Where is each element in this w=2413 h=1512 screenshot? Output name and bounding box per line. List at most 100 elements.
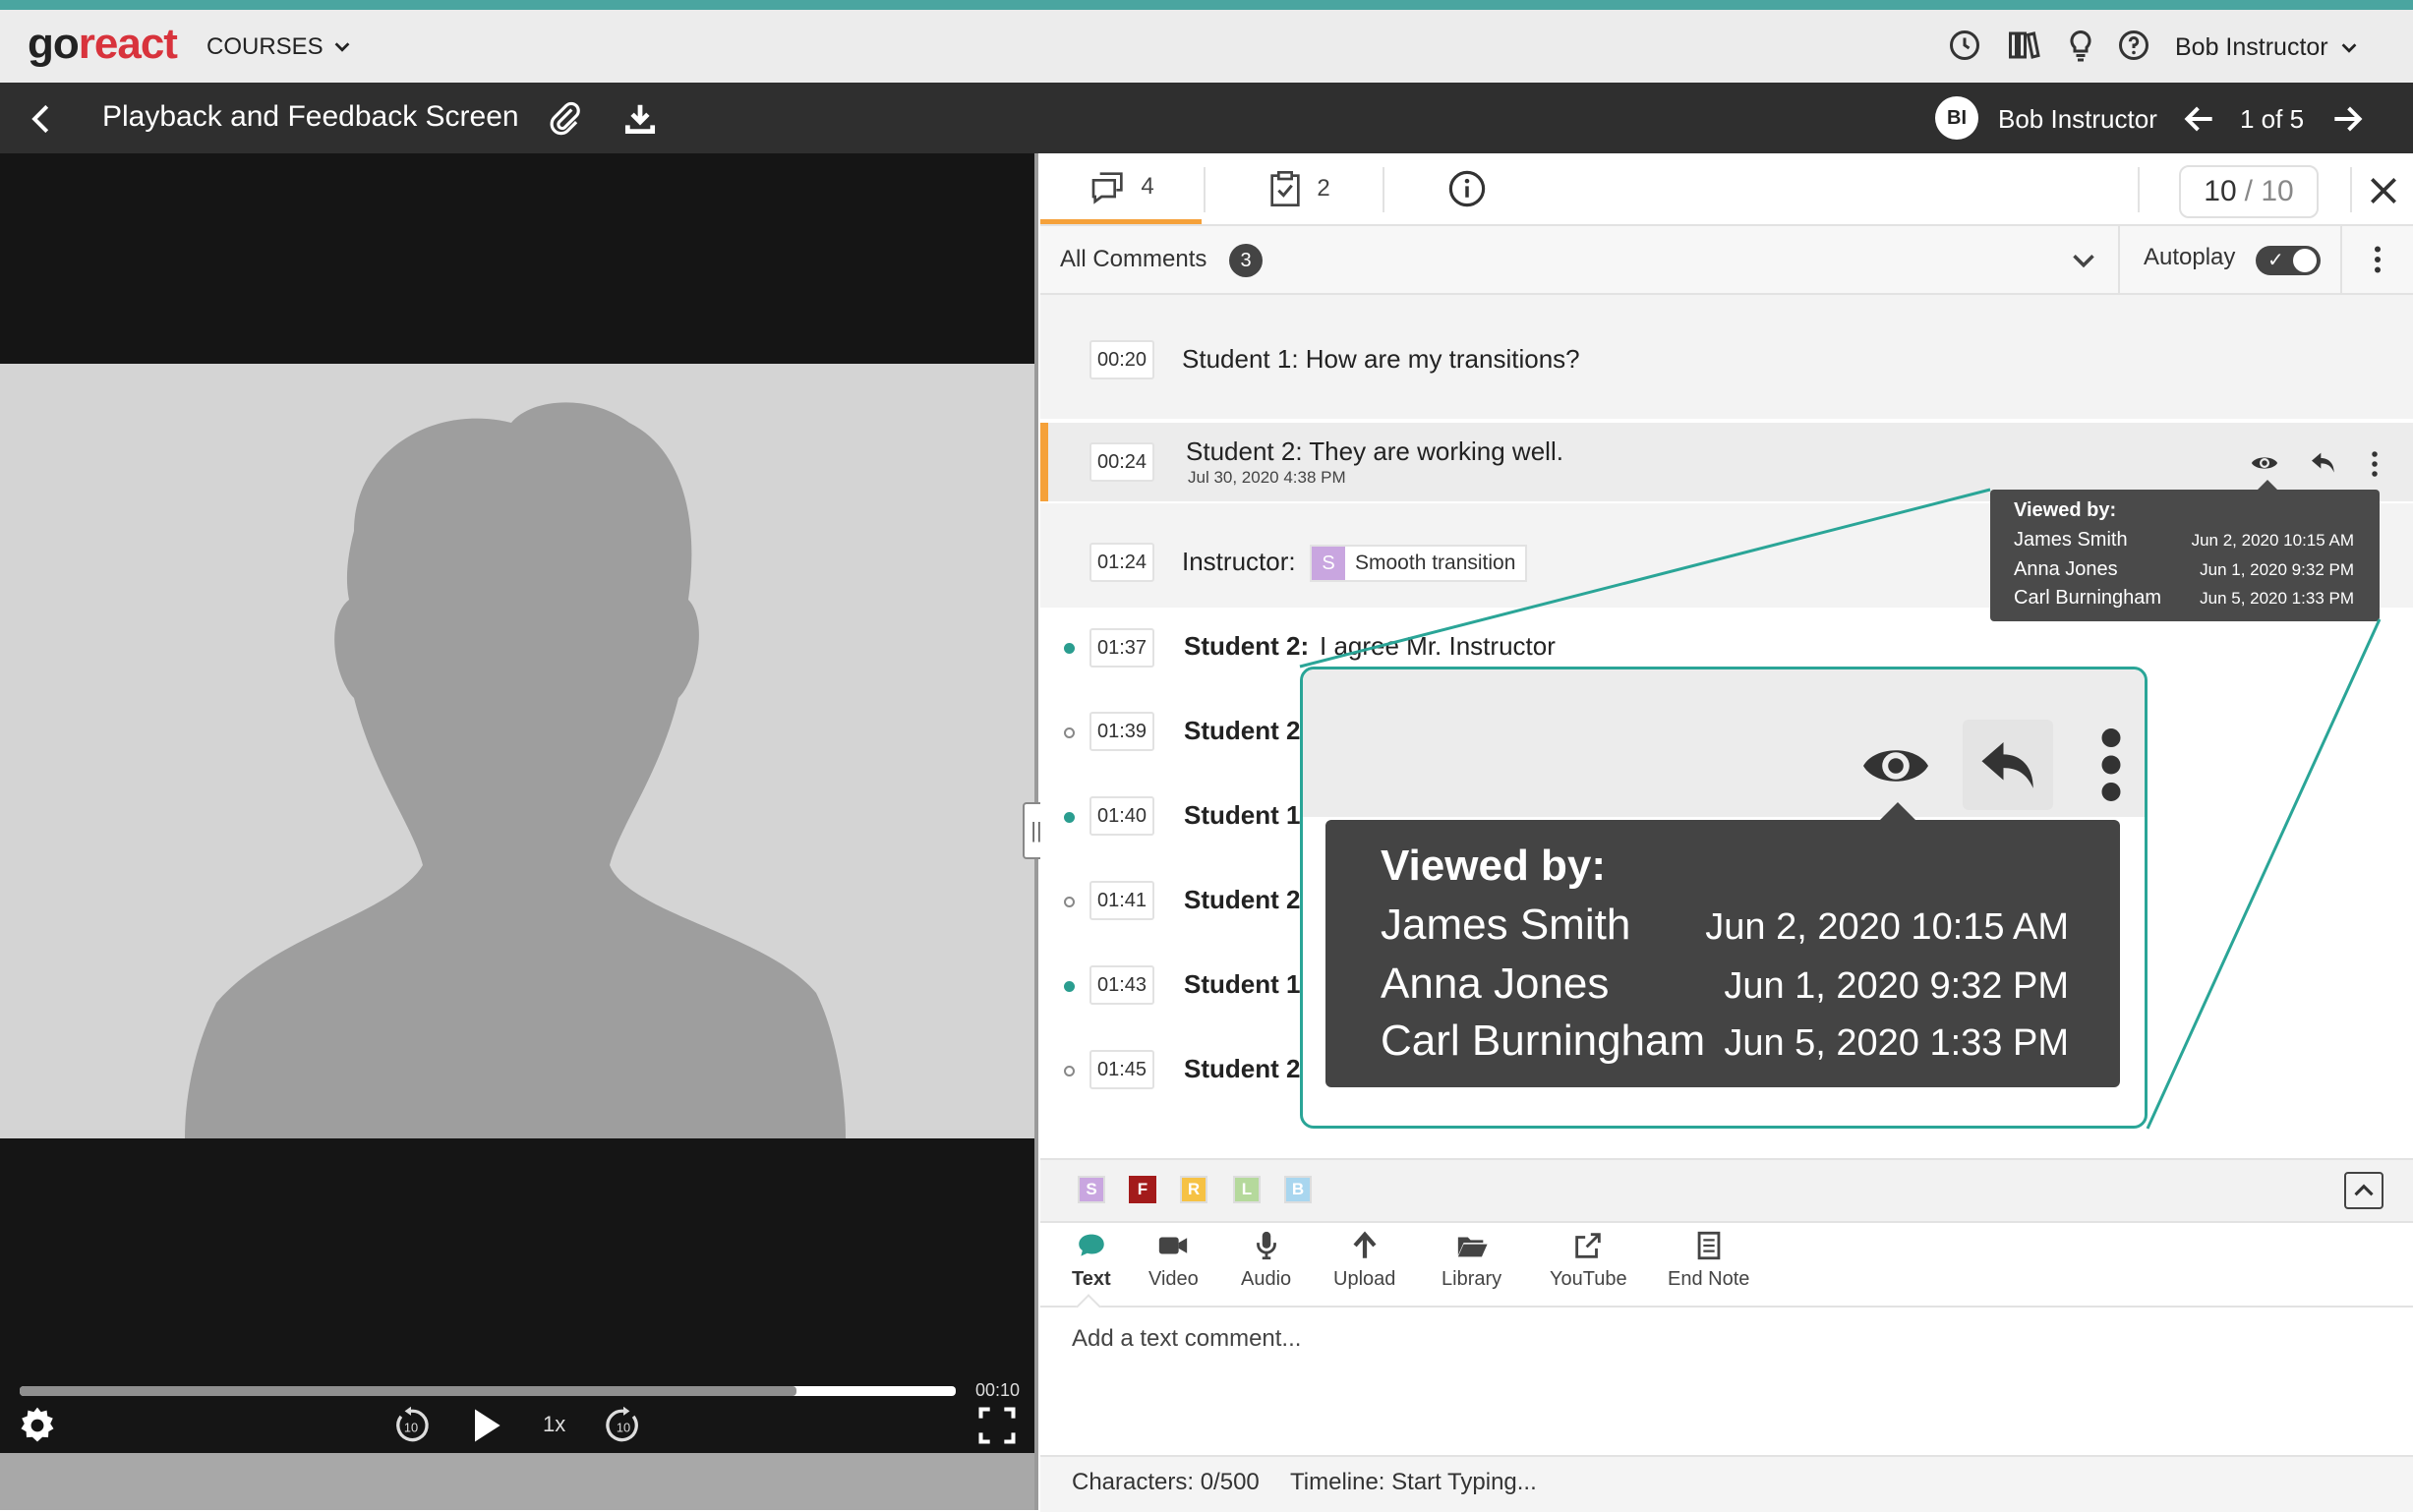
paperclip-icon[interactable] xyxy=(547,100,584,138)
comment-timestamp[interactable]: 01:43 xyxy=(1089,965,1154,1005)
more-options-icon[interactable] xyxy=(2360,240,2395,279)
comment-author: Student 1 xyxy=(1184,800,1301,830)
close-icon[interactable] xyxy=(2364,171,2403,210)
marker-button[interactable]: L xyxy=(1233,1176,1261,1203)
tool-label: End Note xyxy=(1668,1268,1750,1290)
library-icon[interactable] xyxy=(2006,28,2041,63)
tool-upload[interactable]: Upload xyxy=(1333,1229,1395,1291)
viewer-date: Jun 2, 2020 10:15 AM xyxy=(2191,531,2354,550)
marker-button[interactable]: S xyxy=(1078,1176,1105,1203)
viewer-date: Jun 1, 2020 9:32 PM xyxy=(2200,560,2354,579)
comment-timestamp[interactable]: 01:40 xyxy=(1089,796,1154,836)
comment-timestamp[interactable]: 00:20 xyxy=(1089,340,1154,379)
reply-icon[interactable] xyxy=(2307,446,2340,478)
arrow-left-icon[interactable] xyxy=(2181,100,2218,138)
user-menu[interactable]: Bob Instructor xyxy=(2175,33,2360,62)
comments-count: 4 xyxy=(1141,172,1154,200)
skip-forward-10-icon[interactable]: 10 xyxy=(602,1404,645,1447)
tab-info[interactable] xyxy=(1443,153,1491,224)
help-icon[interactable] xyxy=(2116,28,2151,63)
viewer-name: James Smith xyxy=(1381,901,1631,949)
fullscreen-icon[interactable] xyxy=(975,1404,1019,1447)
play-icon[interactable] xyxy=(464,1404,507,1447)
marker-button[interactable]: B xyxy=(1284,1176,1312,1203)
settings-gear-icon[interactable] xyxy=(16,1404,59,1447)
speech-bubble-icon xyxy=(1079,1234,1104,1256)
document-icon xyxy=(1697,1231,1721,1260)
courses-label: COURSES xyxy=(206,33,324,60)
tab-comments[interactable]: 4 xyxy=(1040,153,1202,224)
comment-timestamp[interactable]: 01:45 xyxy=(1089,1050,1154,1089)
playback-speed[interactable]: 1x xyxy=(543,1412,565,1437)
unread-dot xyxy=(1064,643,1075,654)
tool-text[interactable]: Text xyxy=(1072,1229,1111,1291)
logo-go: go xyxy=(28,20,80,68)
comment-timestamp[interactable]: 01:24 xyxy=(1089,543,1154,582)
skip-forward-label: 10 xyxy=(617,1420,630,1434)
skip-back-10-icon[interactable]: 10 xyxy=(389,1404,433,1447)
back-arrow-icon[interactable] xyxy=(24,100,61,138)
logo-react: react xyxy=(78,20,178,68)
page-title: Playback and Feedback Screen xyxy=(102,100,519,133)
video-camera-icon xyxy=(1159,1237,1188,1254)
player-controls xyxy=(0,1400,1038,1453)
tool-label: Audio xyxy=(1241,1268,1292,1290)
comment-timestamp[interactable]: 00:24 xyxy=(1089,442,1154,482)
comment-author: Instructor: xyxy=(1182,547,1296,576)
read-dot xyxy=(1064,897,1075,907)
marker-button[interactable]: F xyxy=(1129,1176,1156,1203)
comment-author: Student 2: xyxy=(1184,631,1310,661)
tool-label: Text xyxy=(1072,1268,1111,1290)
viewer-name: Carl Burningham xyxy=(1381,1017,1706,1065)
clipboard-check-icon xyxy=(1270,171,1300,206)
comment-text: Student 1: How are my transitions? xyxy=(1182,344,1580,374)
microphone-icon xyxy=(1256,1231,1276,1260)
eye-icon[interactable] xyxy=(2248,448,2281,478)
lightbulb-icon[interactable] xyxy=(2063,28,2098,63)
chevron-down-icon[interactable] xyxy=(2065,242,2102,279)
courses-menu[interactable]: COURSES xyxy=(206,33,353,61)
score-total: / 10 xyxy=(2244,175,2294,207)
comment-author: Student 2 xyxy=(1184,716,1301,745)
filter-label[interactable]: All Comments xyxy=(1060,246,1206,273)
skip-back-label: 10 xyxy=(404,1420,418,1434)
tool-audio[interactable]: Audio xyxy=(1241,1229,1291,1291)
autoplay-label: Autoplay xyxy=(2144,244,2236,270)
tool-youtube[interactable]: YouTube xyxy=(1550,1229,1627,1291)
tool-end-note[interactable]: End Note xyxy=(1668,1229,1749,1291)
tool-label: Library xyxy=(1442,1268,1502,1290)
video-frame[interactable] xyxy=(0,364,1034,1138)
top-accent-bar xyxy=(0,0,2413,10)
score-value: 10 xyxy=(2204,175,2237,207)
top-navbar xyxy=(0,10,2413,83)
filter-separator xyxy=(2340,226,2342,293)
score-box[interactable]: 10/ 10 xyxy=(2179,165,2319,218)
tab-separator xyxy=(2138,167,2140,212)
marker-tag[interactable]: S Smooth transition xyxy=(1310,545,1528,582)
tab-rubric[interactable]: 2 xyxy=(1249,153,1347,224)
tasks-count: 2 xyxy=(1317,175,1330,202)
tool-library[interactable]: Library xyxy=(1442,1229,1501,1291)
goreact-logo[interactable]: goreact xyxy=(28,20,178,69)
more-options-icon[interactable] xyxy=(2360,446,2389,482)
clock-icon[interactable] xyxy=(1947,28,1982,63)
comment-text: I agree Mr. Instructor xyxy=(1320,631,1556,661)
tool-video[interactable]: Video xyxy=(1148,1229,1199,1291)
chevron-up-icon[interactable] xyxy=(2344,1172,2384,1209)
chevron-down-icon xyxy=(334,42,350,52)
more-options-icon xyxy=(2101,728,2121,801)
active-indicator xyxy=(1040,423,1048,501)
tooltip-title: Viewed by: xyxy=(1381,842,1607,890)
comment-input[interactable] xyxy=(1070,1323,2382,1449)
comment-timestamp[interactable]: 01:37 xyxy=(1089,628,1154,668)
autoplay-toggle[interactable]: ✓ xyxy=(2256,246,2321,275)
scrub-progress[interactable] xyxy=(20,1386,797,1396)
avatar: BI xyxy=(1935,96,1978,140)
comment-timestamp[interactable]: 01:41 xyxy=(1089,881,1154,920)
viewer-name: James Smith xyxy=(2014,529,2128,551)
arrow-right-icon[interactable] xyxy=(2328,100,2366,138)
marker-button[interactable]: R xyxy=(1180,1176,1207,1203)
comment-timestamp[interactable]: 01:39 xyxy=(1089,712,1154,751)
pager-count: 1 of 5 xyxy=(2240,104,2305,134)
download-icon[interactable] xyxy=(621,100,659,138)
